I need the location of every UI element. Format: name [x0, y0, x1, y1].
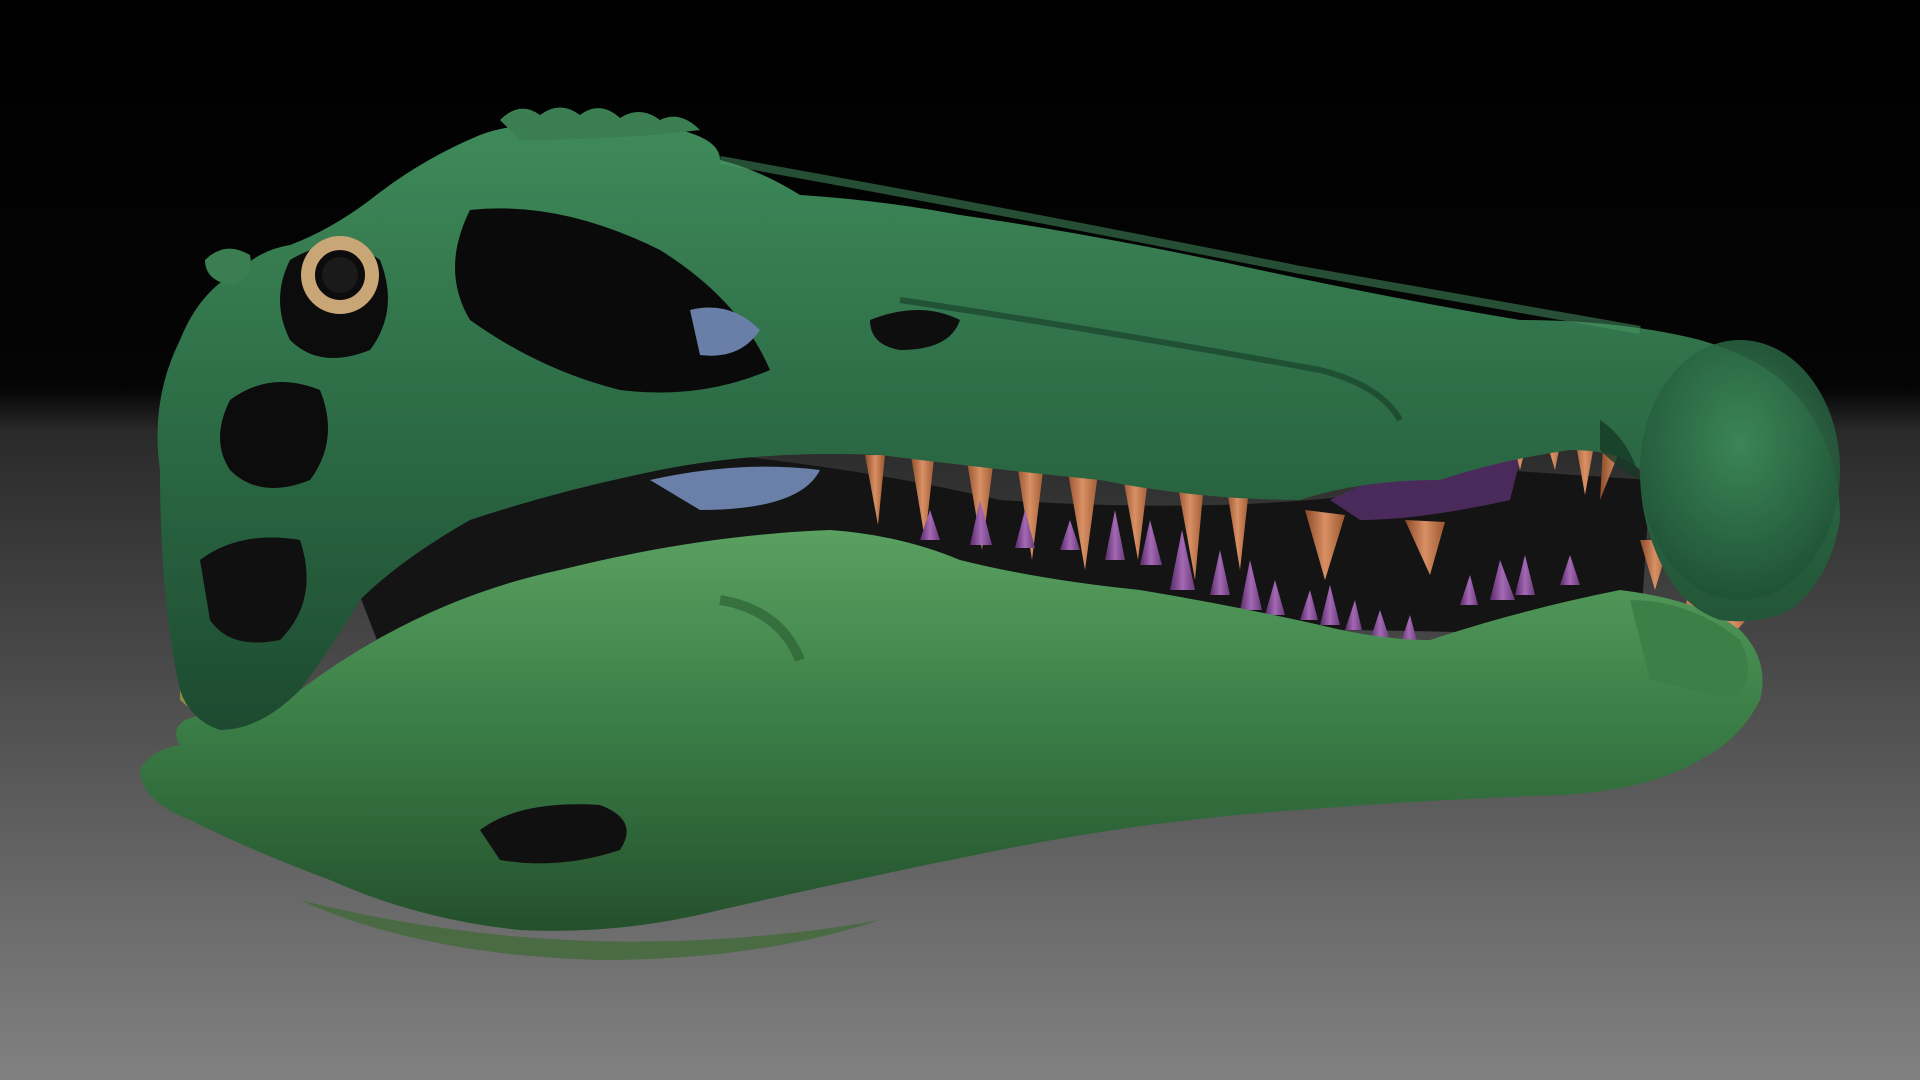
skull-render-canvas [0, 0, 1920, 1080]
render-viewport [0, 0, 1920, 1080]
laterotemporal-fenestra [220, 382, 328, 488]
orbit [280, 236, 388, 358]
infratemporal-opening [200, 537, 307, 643]
snout-tip [1640, 340, 1840, 600]
